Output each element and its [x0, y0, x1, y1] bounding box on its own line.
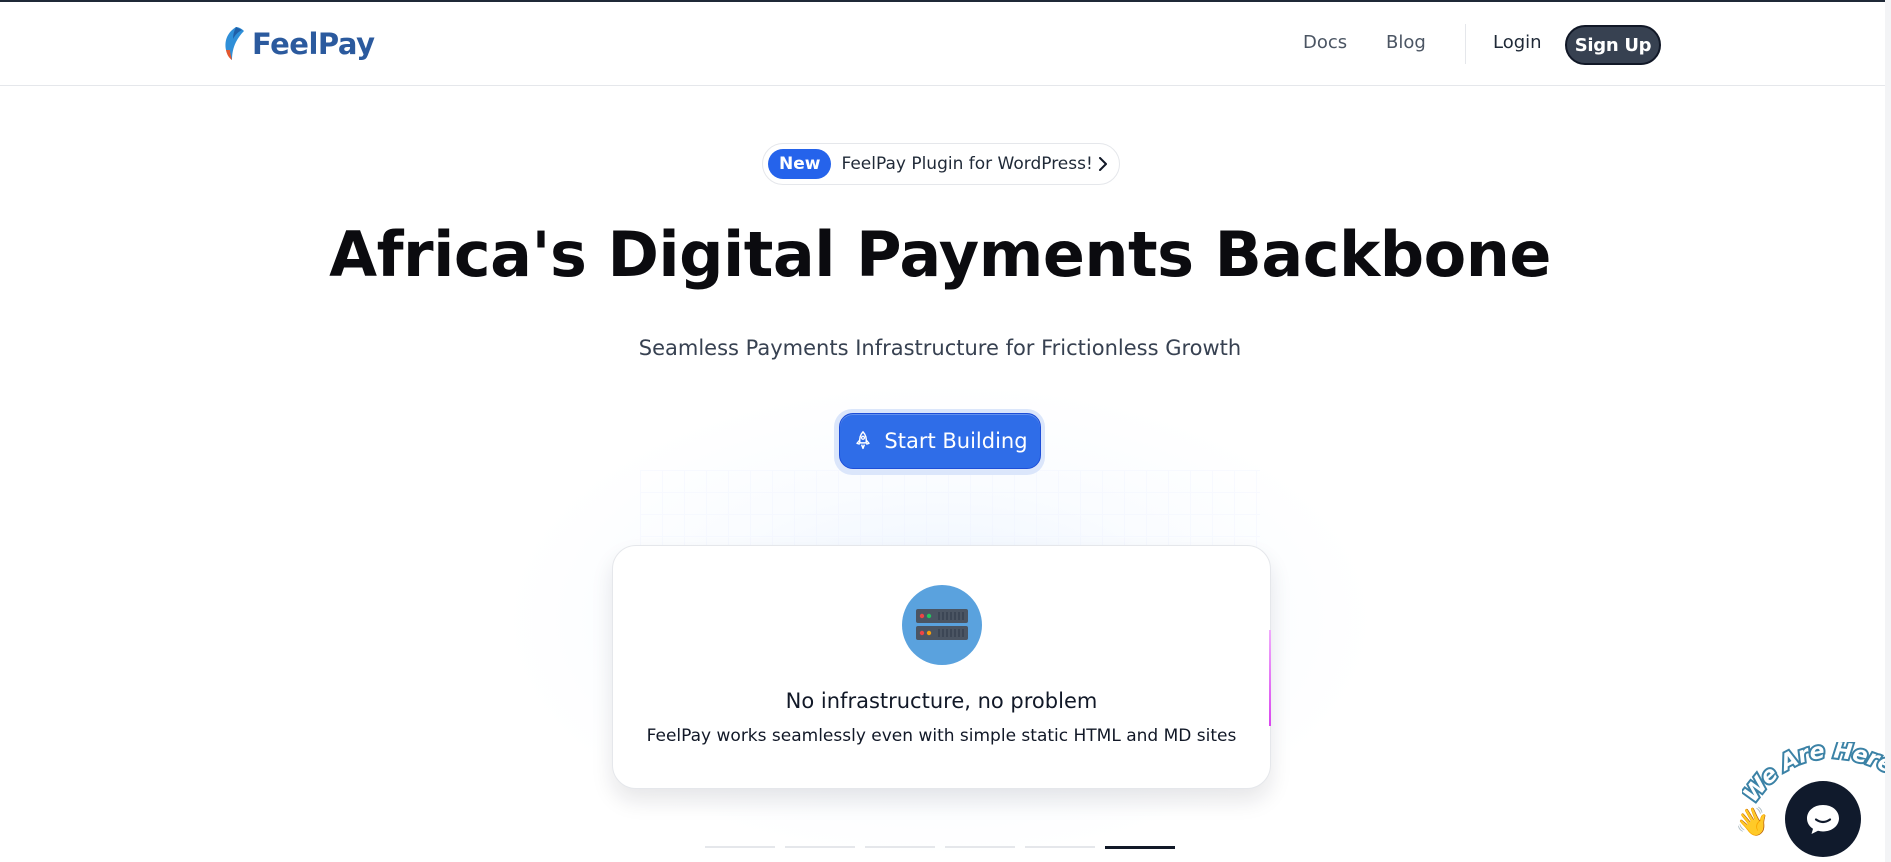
- site-header: FeelPay Docs Blog Login Sign Up: [0, 2, 1891, 86]
- announcement-text: FeelPay Plugin for WordPress!: [841, 154, 1093, 174]
- feature-description: FeelPay works seamlessly even with simpl…: [646, 726, 1237, 746]
- start-building-label: Start Building: [884, 429, 1028, 453]
- chevron-right-icon: [1098, 157, 1107, 171]
- signup-button[interactable]: Sign Up: [1565, 25, 1661, 65]
- page-scrollbar[interactable]: [1885, 0, 1891, 862]
- carousel-dot[interactable]: [785, 846, 855, 848]
- server-icon: [902, 585, 982, 665]
- brand-name: FeelPay: [252, 27, 375, 61]
- new-badge: New: [768, 149, 832, 179]
- chat-bubble-icon: [1807, 805, 1839, 834]
- hero-title: Africa's Digital Payments Backbone: [329, 218, 1551, 291]
- feather-logo-icon: [225, 27, 244, 60]
- carousel-dot[interactable]: [865, 846, 935, 848]
- card-accent-edge: [1269, 630, 1271, 726]
- nav-blog-link[interactable]: Blog: [1386, 32, 1426, 53]
- nav-docs-link[interactable]: Docs: [1303, 32, 1347, 53]
- waving-hand-icon: 👋: [1735, 805, 1770, 838]
- brand-logo[interactable]: FeelPay: [222, 24, 375, 64]
- carousel-dot[interactable]: [945, 846, 1015, 848]
- announcement-pill[interactable]: New FeelPay Plugin for WordPress!: [762, 143, 1120, 185]
- start-building-button[interactable]: Start Building: [839, 413, 1041, 469]
- hero-subtitle: Seamless Payments Infrastructure for Fri…: [638, 336, 1242, 360]
- login-link[interactable]: Login: [1493, 32, 1542, 53]
- carousel-dot-active[interactable]: [1105, 846, 1175, 849]
- carousel-dot[interactable]: [705, 846, 775, 848]
- carousel-dot[interactable]: [1025, 846, 1095, 848]
- feature-card: No infrastructure, no problem FeelPay wo…: [612, 545, 1271, 789]
- feature-title: No infrastructure, no problem: [785, 689, 1098, 713]
- chat-launcher-button[interactable]: [1785, 781, 1861, 857]
- rocket-icon: [856, 431, 871, 450]
- nav-divider: [1465, 24, 1466, 64]
